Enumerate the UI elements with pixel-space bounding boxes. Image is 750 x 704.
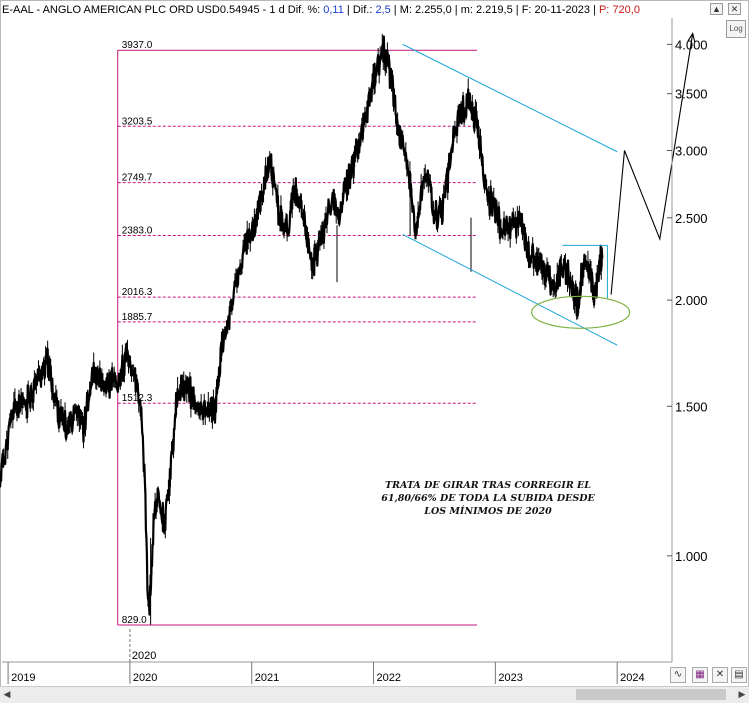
drawing-overlays bbox=[402, 32, 696, 346]
fib-level-label: 3203.5 bbox=[122, 116, 153, 127]
y-tick-label: 3.000 bbox=[675, 144, 708, 159]
annotation: TRATA DE GIRAR TRAS CORREGIR EL 61,80/66%… bbox=[381, 480, 595, 517]
fib-level-label: 2383.0 bbox=[122, 225, 153, 236]
fib-level-label: 3937.0 bbox=[122, 40, 153, 51]
print-icon[interactable]: ▤ bbox=[731, 667, 747, 683]
x-tick-label: 2021 bbox=[255, 672, 279, 684]
annotation-line: LOS MÍNIMOS DE 2020 bbox=[423, 505, 552, 517]
x-tick-label: 2019 bbox=[11, 672, 35, 684]
y-tick-label: 2.500 bbox=[675, 211, 708, 226]
close-chart-icon[interactable]: ✕ bbox=[712, 667, 728, 683]
y-tick-label: 1.000 bbox=[675, 549, 708, 564]
annotation-line: 61,80/66% DE TODA LA SUBIDA DESDE bbox=[381, 493, 595, 504]
annotation-line: TRATA DE GIRAR TRAS CORREGIR EL bbox=[385, 480, 591, 491]
support-ellipse bbox=[531, 295, 631, 329]
projection-path bbox=[610, 33, 694, 295]
price-chart[interactable]: 3937.03203.52749.72383.02016.31885.71512… bbox=[0, 0, 750, 704]
crosshair-date-label: 2020 bbox=[132, 650, 156, 662]
y-tick-label: 3.500 bbox=[675, 87, 708, 102]
x-tick-label: 2020 bbox=[133, 672, 157, 684]
x-tick-label: 2022 bbox=[377, 672, 401, 684]
scroll-thumb[interactable] bbox=[576, 689, 726, 700]
fib-level-label: 2749.7 bbox=[122, 173, 153, 184]
scroll-right-arrow[interactable]: ▶ bbox=[737, 688, 747, 701]
x-tick-label: 2024 bbox=[620, 672, 644, 684]
y-tick-label: 4.000 bbox=[675, 37, 708, 52]
save-icon[interactable]: ▦ bbox=[692, 667, 708, 683]
fib-level-label: 829.0 bbox=[122, 615, 147, 626]
axes: 4.000 3.500 3.000 2.500 2.000 1.500 1.000 2019 2… bbox=[2, 18, 708, 684]
fib-level-label: 1885.7 bbox=[122, 312, 153, 323]
fib-level-label: 2016.3 bbox=[122, 287, 153, 298]
fibonacci-levels: 3937.03203.52749.72383.02016.31885.71512… bbox=[117, 40, 478, 626]
y-tick-label: 1.500 bbox=[675, 399, 708, 414]
zigzag-icon[interactable]: ∿ bbox=[670, 667, 686, 683]
price-series bbox=[0, 34, 604, 625]
scroll-left-arrow[interactable]: ◀ bbox=[2, 688, 12, 701]
price-line bbox=[0, 35, 604, 616]
channel-upper-line bbox=[402, 43, 618, 153]
y-tick-label: 2.000 bbox=[675, 293, 708, 308]
x-tick-label: 2023 bbox=[498, 672, 522, 684]
